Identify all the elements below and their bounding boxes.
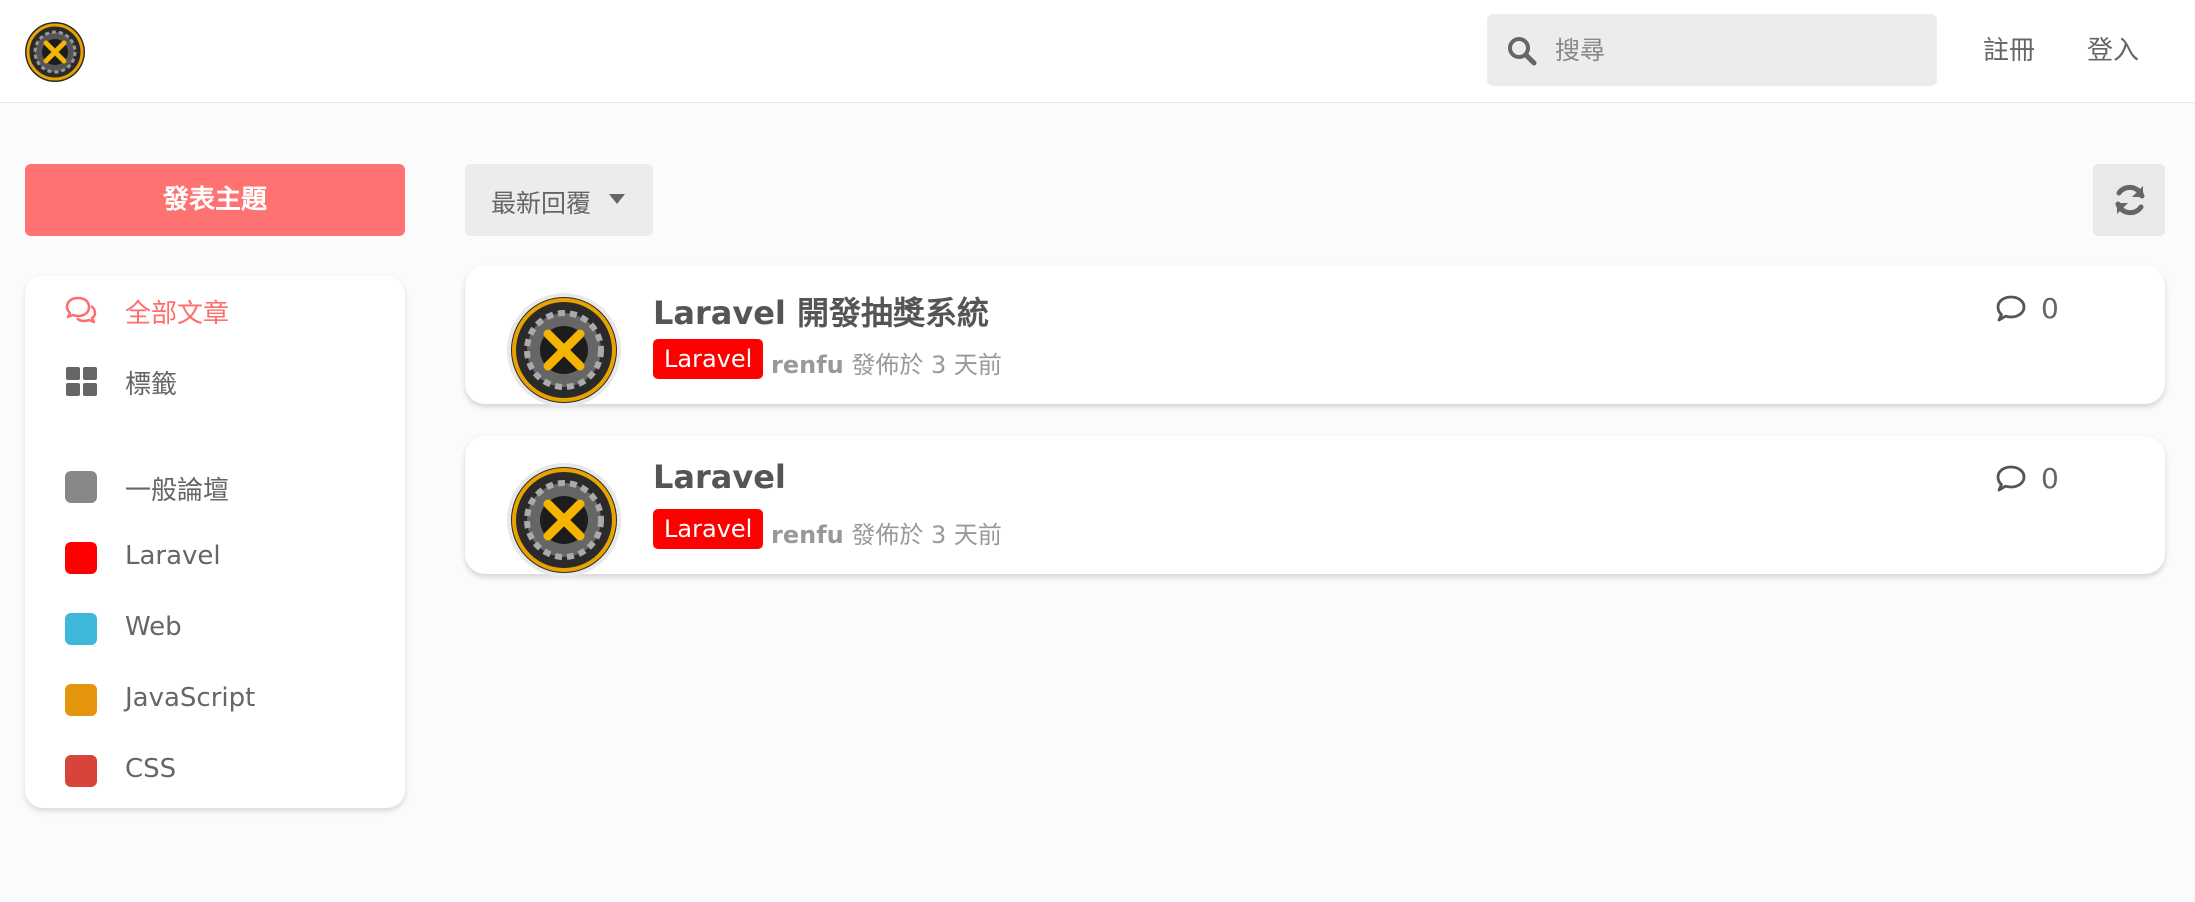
topic-author[interactable]: renfu [771, 351, 844, 379]
category-item[interactable]: JavaScript [25, 670, 405, 730]
category-item[interactable]: CSS [25, 741, 405, 801]
top-header: 註冊 登入 [0, 0, 2195, 103]
category-label: 一般論壇 [125, 476, 230, 506]
site-logo[interactable] [24, 21, 86, 83]
topic-meta: renfu 發佈於 3 天前 [771, 345, 1002, 380]
search-input[interactable] [1555, 14, 1925, 86]
topic-title[interactable]: Laravel [653, 458, 786, 496]
new-topic-button[interactable]: 發表主題 [25, 164, 405, 236]
sidebar-item-label: 標籤 [125, 370, 178, 400]
category-color-swatch [65, 542, 97, 574]
category-color-swatch [65, 684, 97, 716]
topic-card[interactable]: Laravel Laravel renfu 發佈於 3 天前 0 [465, 436, 2165, 577]
sidebar-item-label: 全部文章 [125, 299, 230, 329]
sort-dropdown[interactable]: 最新回覆 [465, 164, 653, 236]
topic-posted-time: 發佈於 3 天前 [851, 351, 1002, 379]
search-icon [1508, 37, 1537, 66]
comment-icon [1996, 295, 2026, 322]
topic-title[interactable]: Laravel 開發抽獎系統 [653, 288, 989, 334]
search-box[interactable] [1487, 14, 1937, 86]
category-label: JavaScript [125, 683, 256, 713]
sidebar-item-all-posts[interactable]: 全部文章 [25, 280, 405, 340]
category-item[interactable]: Laravel [25, 528, 405, 588]
category-item[interactable]: 一般論壇 [25, 457, 405, 517]
category-label: Laravel [125, 541, 221, 571]
category-color-swatch [65, 471, 97, 503]
category-label: Web [125, 612, 182, 642]
topic-meta: renfu 發佈於 3 天前 [771, 515, 1002, 550]
login-link[interactable]: 登入 [2087, 30, 2139, 67]
register-link[interactable]: 註冊 [1983, 30, 2035, 67]
category-color-swatch [65, 613, 97, 645]
category-item[interactable]: Web [25, 599, 405, 659]
comment-icon [1996, 465, 2026, 492]
topic-tag[interactable]: Laravel [653, 509, 764, 549]
refresh-icon [2115, 184, 2145, 216]
topic-posted-time: 發佈於 3 天前 [851, 521, 1002, 549]
refresh-button[interactable] [2093, 164, 2165, 236]
comment-count-value: 0 [2041, 292, 2059, 325]
caret-down-icon [609, 194, 625, 204]
grid-icon [66, 367, 97, 396]
avatar[interactable] [506, 462, 622, 578]
comment-count-value: 0 [2041, 462, 2059, 495]
sidebar-nav: 全部文章 標籤 一般論壇 Laravel Web JavaScript CSS [25, 276, 405, 808]
topic-author[interactable]: renfu [771, 521, 844, 549]
sidebar-item-tags[interactable]: 標籤 [25, 351, 405, 411]
category-color-swatch [65, 755, 97, 787]
category-label: CSS [125, 754, 177, 784]
avatar[interactable] [506, 292, 622, 408]
topic-card[interactable]: Laravel 開發抽獎系統 Laravel renfu 發佈於 3 天前 0 [465, 266, 2165, 407]
topic-tag[interactable]: Laravel [653, 339, 764, 379]
sort-label: 最新回覆 [491, 189, 592, 218]
comments-icon [65, 296, 97, 324]
